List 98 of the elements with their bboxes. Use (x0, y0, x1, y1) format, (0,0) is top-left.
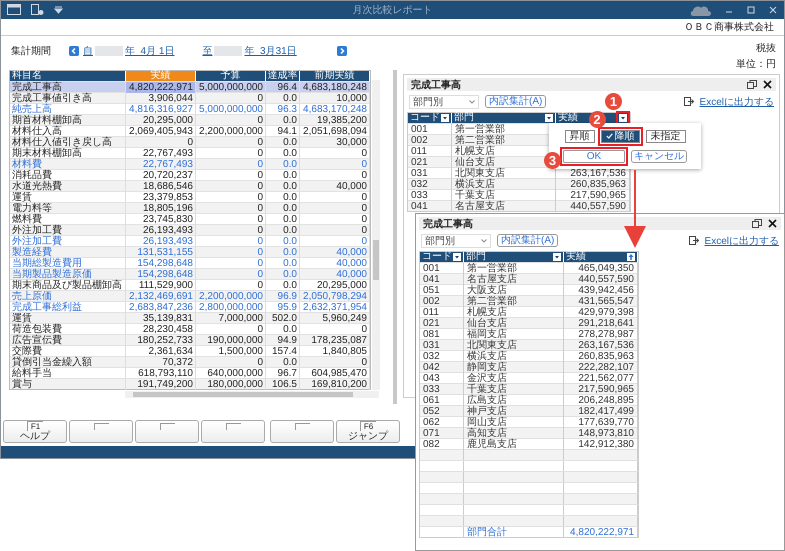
filter-icon[interactable] (619, 114, 627, 122)
filter-icon[interactable] (545, 114, 553, 122)
table-row[interactable]: 賞与 191,749,200 180,000,000 106.5 169,810,200 (10, 378, 370, 390)
table-cell: 041 (408, 201, 452, 212)
table-cell: 4,820,222,971 (126, 82, 196, 94)
table-row[interactable]: 当期総製造費用 154,298,648 0 0.0 40,000 (10, 257, 370, 268)
table-cell: 106.5 (266, 379, 300, 390)
table-cell: 260,835,963 (570, 179, 626, 190)
table-cell: 263,167,536 (570, 168, 626, 180)
export-icon (688, 236, 699, 245)
table-row[interactable]: 水道光熱費 18,686,546 0 0.0 40,000 (10, 180, 370, 192)
column-label: 実績 (566, 252, 586, 262)
table-row[interactable]: 材料費 22,767,493 0 0.0 0 (10, 158, 370, 170)
period-label: 集計期間 (11, 44, 52, 58)
table-row[interactable]: 当期製品製造原価 154,298,648 0 0.0 40,000 (10, 268, 370, 280)
table-cell: 440,557,590 (570, 201, 626, 212)
maximize-icon[interactable] (746, 4, 756, 15)
filter-icon[interactable] (553, 253, 561, 261)
sort-arrow-icon[interactable] (627, 253, 635, 261)
table-row[interactable]: 電力料等 18,805,196 0 0.0 0 (10, 202, 370, 214)
table-cell: 名古屋支店 (452, 201, 556, 212)
sort-option-button[interactable]: 昇順 (564, 130, 594, 142)
table-row[interactable]: 売上原価 2,132,469,691 2,200,000,000 96.9 2,050,798,294 (10, 290, 370, 302)
table-row[interactable]: 材料仕入値引き戻し高 0 0 0.0 30,000 (10, 136, 370, 148)
table-row[interactable]: 給料手当 618,793,110 640,000,000 96.7 604,985,470 (10, 367, 370, 378)
date-link[interactable]: 年 3月31日 (244, 44, 297, 58)
table-row[interactable]: 製造経費 131,531,155 0 0.0 40,000 (10, 246, 370, 258)
redaction-mark (214, 46, 242, 56)
date-link[interactable]: 自 (83, 44, 93, 58)
caret-icon (481, 238, 487, 242)
sort-option-button[interactable]: 降順 (600, 130, 640, 142)
tax-label: 税抜 (756, 42, 776, 56)
panel-title: 完成工事高 (411, 78, 461, 92)
table-row[interactable]: 完成工事高 4,820,222,971 5,000,000,000 96.4 4,683,180,248 (10, 81, 370, 92)
export-link[interactable]: Excelに出力する (700, 94, 774, 109)
previous-icon[interactable] (69, 46, 79, 56)
table-row[interactable]: 材料仕入高 2,069,405,943 2,200,000,000 94.1 2,051,698,094 (10, 125, 370, 136)
table-row[interactable]: 完成工事値引き高 3,906,044 0 0.0 10,000 (10, 92, 370, 104)
table-row[interactable]: 純売上高 4,816,316,927 5,000,000,000 96.3 4,683,170,248 (10, 103, 370, 114)
date-link[interactable]: 年 4月 1日 (125, 44, 174, 58)
horizontal-scrollbar[interactable] (125, 391, 379, 398)
table-row[interactable]: 運賃 23,379,853 0 0.0 0 (10, 191, 370, 202)
table-row[interactable]: 運賃 35,139,831 7,000,000 502.0 5,960,249 (10, 312, 370, 324)
export-link[interactable]: Excelに出力する (704, 234, 779, 248)
column-label: コード (422, 252, 452, 262)
next-icon[interactable] (336, 46, 347, 56)
table-cell: 169,810,200 (300, 379, 370, 390)
company-name: ＯＢＣ商事株式会社 (684, 20, 774, 34)
document-gear-icon[interactable] (31, 4, 44, 16)
check-icon (606, 133, 612, 139)
column-label: コード (410, 113, 440, 124)
close-icon[interactable] (768, 219, 777, 228)
table-row[interactable]: 期末材料棚卸高 22,767,493 0 0.0 0 (10, 147, 370, 158)
filter-icon[interactable] (453, 253, 461, 261)
function-key-button[interactable]: F1 ヘルプ (3, 420, 67, 443)
dropdown-icon[interactable] (54, 6, 63, 14)
close-icon[interactable] (763, 80, 772, 90)
window-title: 月次比較レポート (352, 4, 432, 17)
table-row[interactable]: 交際費 2,361,634 1,500,000 157.4 1,840,805 (10, 345, 370, 356)
table-cell: 180,000,000 (196, 379, 266, 390)
date-link[interactable]: 至 (202, 44, 212, 58)
total-label: 部門合計 (464, 527, 564, 538)
column-label: 実績 (558, 113, 578, 124)
table-row[interactable]: 外注加工費 26,193,493 0 0.0 0 (10, 224, 370, 236)
function-key-button[interactable]: F6 ジャンプ (336, 420, 400, 443)
window-icon[interactable] (7, 4, 21, 16)
restore-icon[interactable] (747, 80, 757, 90)
redaction-mark (95, 46, 123, 56)
cancel-button[interactable]: キャンセル (631, 150, 687, 162)
table-row[interactable]: 消耗品費 20,720,237 0 0.0 0 (10, 169, 370, 180)
table-row[interactable]: 外注加工費 26,193,493 0 0.0 0 (10, 235, 370, 246)
restore-icon[interactable] (752, 219, 762, 228)
table-row[interactable]: 期首材料棚卸高 20,295,000 0 0.0 19,385,200 (10, 114, 370, 126)
table-row[interactable]: 期末商品及び製品棚卸高 111,529,900 0 0.0 20,295,000 (10, 279, 370, 290)
total-amount: 4,820,222,971 (564, 527, 638, 538)
table-cell: 217,590,965 (570, 190, 626, 202)
breakdown-button[interactable]: 内訳集計(A) (497, 234, 558, 247)
table-row[interactable]: 燃料費 23,745,830 0 0.0 0 (10, 213, 370, 224)
table-row[interactable]: 完成工事総利益 2,683,847,236 2,800,000,000 95.9 2,632,371,954 (10, 301, 370, 312)
breakdown-button[interactable]: 内訳集計(A) (485, 95, 546, 108)
table-row[interactable]: 広告宣伝費 180,252,733 190,000,000 94.9 178,235,087 (10, 334, 370, 346)
table-row[interactable]: 荷造包装費 28,230,458 0 0.0 0 (10, 323, 370, 334)
column-label: 部門 (454, 113, 474, 124)
table-cell: 191,749,200 (126, 379, 196, 390)
table-row[interactable]: 貸倒引当金繰入額 70,372 0 0.0 0 (10, 356, 370, 368)
column-label: 部門 (466, 252, 486, 262)
step-number-badge: 1 (605, 93, 622, 110)
filter-icon[interactable] (441, 114, 449, 122)
sort-option-button[interactable]: 未指定 (646, 130, 686, 142)
unit-label: 単位：円 (736, 58, 776, 72)
table-cell: 賞与 (10, 379, 126, 390)
panel-title: 完成工事高 (423, 217, 473, 230)
caret-icon (469, 100, 475, 104)
filter-dropdown[interactable]: 部門別 (421, 234, 491, 248)
filter-dropdown[interactable]: 部門別 (409, 94, 479, 109)
export-icon (684, 97, 694, 106)
vertical-scrollbar[interactable] (372, 80, 380, 390)
ok-button[interactable]: OK (563, 150, 625, 162)
